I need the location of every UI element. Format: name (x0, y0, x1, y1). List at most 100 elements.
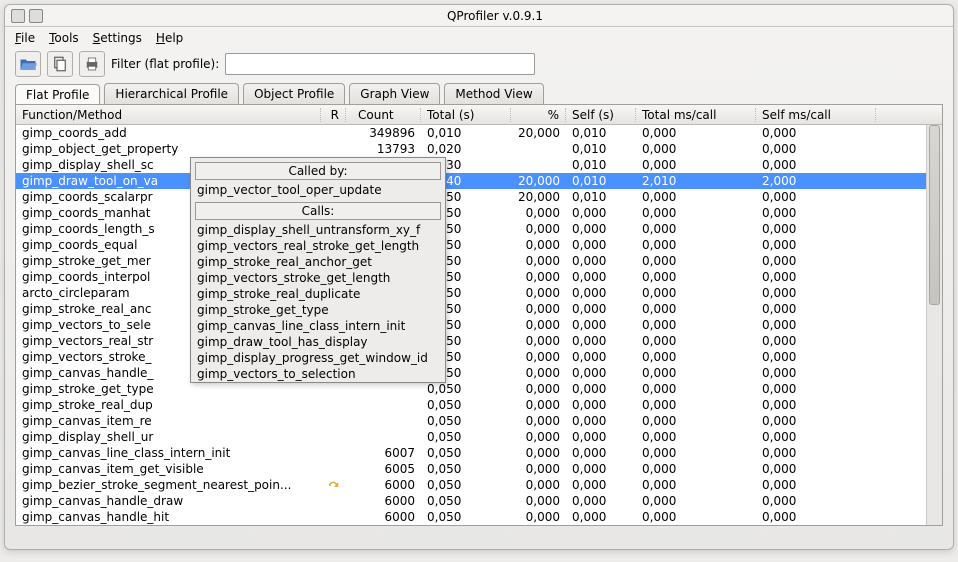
window-icon[interactable] (11, 9, 25, 23)
calls-item[interactable]: gimp_stroke_real_duplicate (191, 286, 445, 302)
filter-label: Filter (flat profile): (111, 57, 219, 71)
tab-method-view[interactable]: Method View (444, 83, 543, 104)
cell: 0,000 (756, 366, 876, 380)
col-count[interactable]: Count (346, 108, 421, 122)
cell: 0,000 (566, 350, 636, 364)
table-row[interactable]: arcto_circleparam0,0500,0000,0000,0000,0… (16, 285, 942, 301)
table-row[interactable]: gimp_vectors_to_sele0,0500,0000,0000,000… (16, 317, 942, 333)
calls-item[interactable]: gimp_display_shell_untransform_xy_f (191, 222, 445, 238)
cell: 0,000 (511, 478, 566, 492)
menu-file[interactable]: File (15, 31, 35, 45)
cell: 0,000 (756, 302, 876, 316)
recursive-icon (327, 480, 341, 492)
cell: 0,000 (566, 462, 636, 476)
cell: gimp_canvas_handle_draw (16, 494, 321, 508)
table-row[interactable]: gimp_canvas_item_get_visible60050,0500,0… (16, 461, 942, 477)
calls-item[interactable]: gimp_vectors_to_selection (191, 366, 445, 382)
cell: 0,000 (566, 206, 636, 220)
col-tms[interactable]: Total ms/call (636, 108, 756, 122)
scrollbar-thumb[interactable] (929, 125, 940, 305)
col-r[interactable]: R (321, 108, 346, 122)
table-row[interactable]: gimp_vectors_stroke_0,0500,0000,0000,000… (16, 349, 942, 365)
cell: 0,010 (566, 174, 636, 188)
print-icon[interactable] (79, 51, 105, 77)
menu-help[interactable]: Help (156, 31, 183, 45)
cell: 0,000 (756, 510, 876, 524)
table-row[interactable]: gimp_bezier_stroke_segment_nearest_poin.… (16, 477, 942, 493)
table-row[interactable]: gimp_coords_equal0,0500,0000,0000,0000,0… (16, 237, 942, 253)
menu-tools[interactable]: Tools (49, 31, 79, 45)
cell: 0,050 (421, 478, 511, 492)
table-row[interactable]: gimp_stroke_get_type0,0500,0000,0000,000… (16, 381, 942, 397)
cell: 0,000 (756, 270, 876, 284)
table-row[interactable]: gimp_canvas_line_class_intern_init60070,… (16, 445, 942, 461)
table-row[interactable]: gimp_display_shell_sc0,0300,0100,0000,00… (16, 157, 942, 173)
calls-item[interactable]: gimp_stroke_real_anchor_get (191, 254, 445, 270)
cell: 13793 (346, 142, 421, 156)
cell: 0,050 (421, 462, 511, 476)
menu-settings[interactable]: Settings (93, 31, 142, 45)
titlebar[interactable]: QProfiler v.0.9.1 (5, 5, 953, 27)
filter-input[interactable] (225, 53, 535, 75)
table-row[interactable]: gimp_stroke_get_mer0,0500,0000,0000,0000… (16, 253, 942, 269)
scrollbar[interactable] (926, 125, 942, 525)
calls-item[interactable]: gimp_vectors_real_stroke_get_length (191, 238, 445, 254)
titlebar-controls (11, 9, 43, 23)
table-row[interactable]: gimp_canvas_handle_0,0500,0000,0000,0000… (16, 365, 942, 381)
table-header[interactable]: Function/Method R Count Total (s) % Self… (16, 105, 942, 125)
table-row[interactable]: gimp_vectors_real_str0,0500,0000,0000,00… (16, 333, 942, 349)
cell: 0,000 (636, 318, 756, 332)
cell: 0,000 (511, 270, 566, 284)
control-icon[interactable] (29, 9, 43, 23)
cell: 0,000 (756, 382, 876, 396)
tab-flat-profile[interactable]: Flat Profile (15, 84, 100, 105)
table-row[interactable]: gimp_coords_add3498960,01020,0000,0100,0… (16, 125, 942, 141)
calls-list: gimp_display_shell_untransform_xy_fgimp_… (191, 222, 445, 382)
cell: 0,000 (566, 446, 636, 460)
table-row[interactable]: gimp_stroke_real_dup0,0500,0000,0000,000… (16, 397, 942, 413)
cell: 0,000 (636, 462, 756, 476)
calls-item[interactable]: gimp_draw_tool_has_display (191, 334, 445, 350)
cell: gimp_canvas_handle_hit (16, 510, 321, 524)
cell: gimp_coords_add (16, 126, 321, 140)
cell: 0,050 (421, 382, 511, 396)
table-row[interactable]: gimp_coords_scalarpr0,05020,0000,0100,00… (16, 189, 942, 205)
open-icon[interactable] (15, 51, 41, 77)
copy-icon[interactable] (47, 51, 73, 77)
tab-object-profile[interactable]: Object Profile (243, 83, 345, 104)
cell: gimp_canvas_item_get_visible (16, 462, 321, 476)
cell: 0,000 (636, 334, 756, 348)
table-row[interactable]: gimp_canvas_handle_hit60000,0500,0000,00… (16, 509, 942, 525)
cell: 6000 (346, 494, 421, 508)
table-row[interactable]: gimp_display_shell_ur0,0500,0000,0000,00… (16, 429, 942, 445)
table-row[interactable]: gimp_object_get_property137930,0200,0100… (16, 141, 942, 157)
col-total[interactable]: Total (s) (421, 108, 511, 122)
tab-hierarchical-profile[interactable]: Hierarchical Profile (104, 83, 239, 104)
cell: 0,000 (511, 254, 566, 268)
col-self[interactable]: Self (s) (566, 108, 636, 122)
cell: 0,000 (566, 478, 636, 492)
table-row[interactable]: gimp_draw_tool_on_va0,04020,0000,0102,01… (16, 173, 942, 189)
table-row[interactable]: gimp_coords_length_s0,0500,0000,0000,000… (16, 221, 942, 237)
table-row[interactable]: gimp_canvas_handle_draw60000,0500,0000,0… (16, 493, 942, 509)
cell: 0,000 (756, 206, 876, 220)
cell: 0,000 (511, 334, 566, 348)
col-function[interactable]: Function/Method (16, 108, 321, 122)
cell: 0,050 (421, 510, 511, 524)
calls-item[interactable]: gimp_stroke_get_type (191, 302, 445, 318)
table-row[interactable]: gimp_coords_interpol0,0500,0000,0000,000… (16, 269, 942, 285)
calls-item[interactable]: gimp_display_progress_get_window_id (191, 350, 445, 366)
table-row[interactable]: gimp_canvas_item_re0,0500,0000,0000,0000… (16, 413, 942, 429)
calls-item[interactable]: gimp_canvas_line_class_intern_init (191, 318, 445, 334)
col-pct[interactable]: % (511, 108, 566, 122)
table-row[interactable]: gimp_stroke_real_anc0,0500,0000,0000,000… (16, 301, 942, 317)
called-by-item[interactable]: gimp_vector_tool_oper_update (191, 182, 445, 198)
table-row[interactable]: gimp_coords_manhat0,0500,0000,0000,0000,… (16, 205, 942, 221)
tab-graph-view[interactable]: Graph View (349, 83, 440, 104)
cell: 0,010 (421, 126, 511, 140)
col-sms[interactable]: Self ms/call (756, 108, 876, 122)
cell: 0,000 (756, 462, 876, 476)
cell: 0,000 (636, 430, 756, 444)
calls-item[interactable]: gimp_vectors_stroke_get_length (191, 270, 445, 286)
cell: 0,000 (636, 366, 756, 380)
